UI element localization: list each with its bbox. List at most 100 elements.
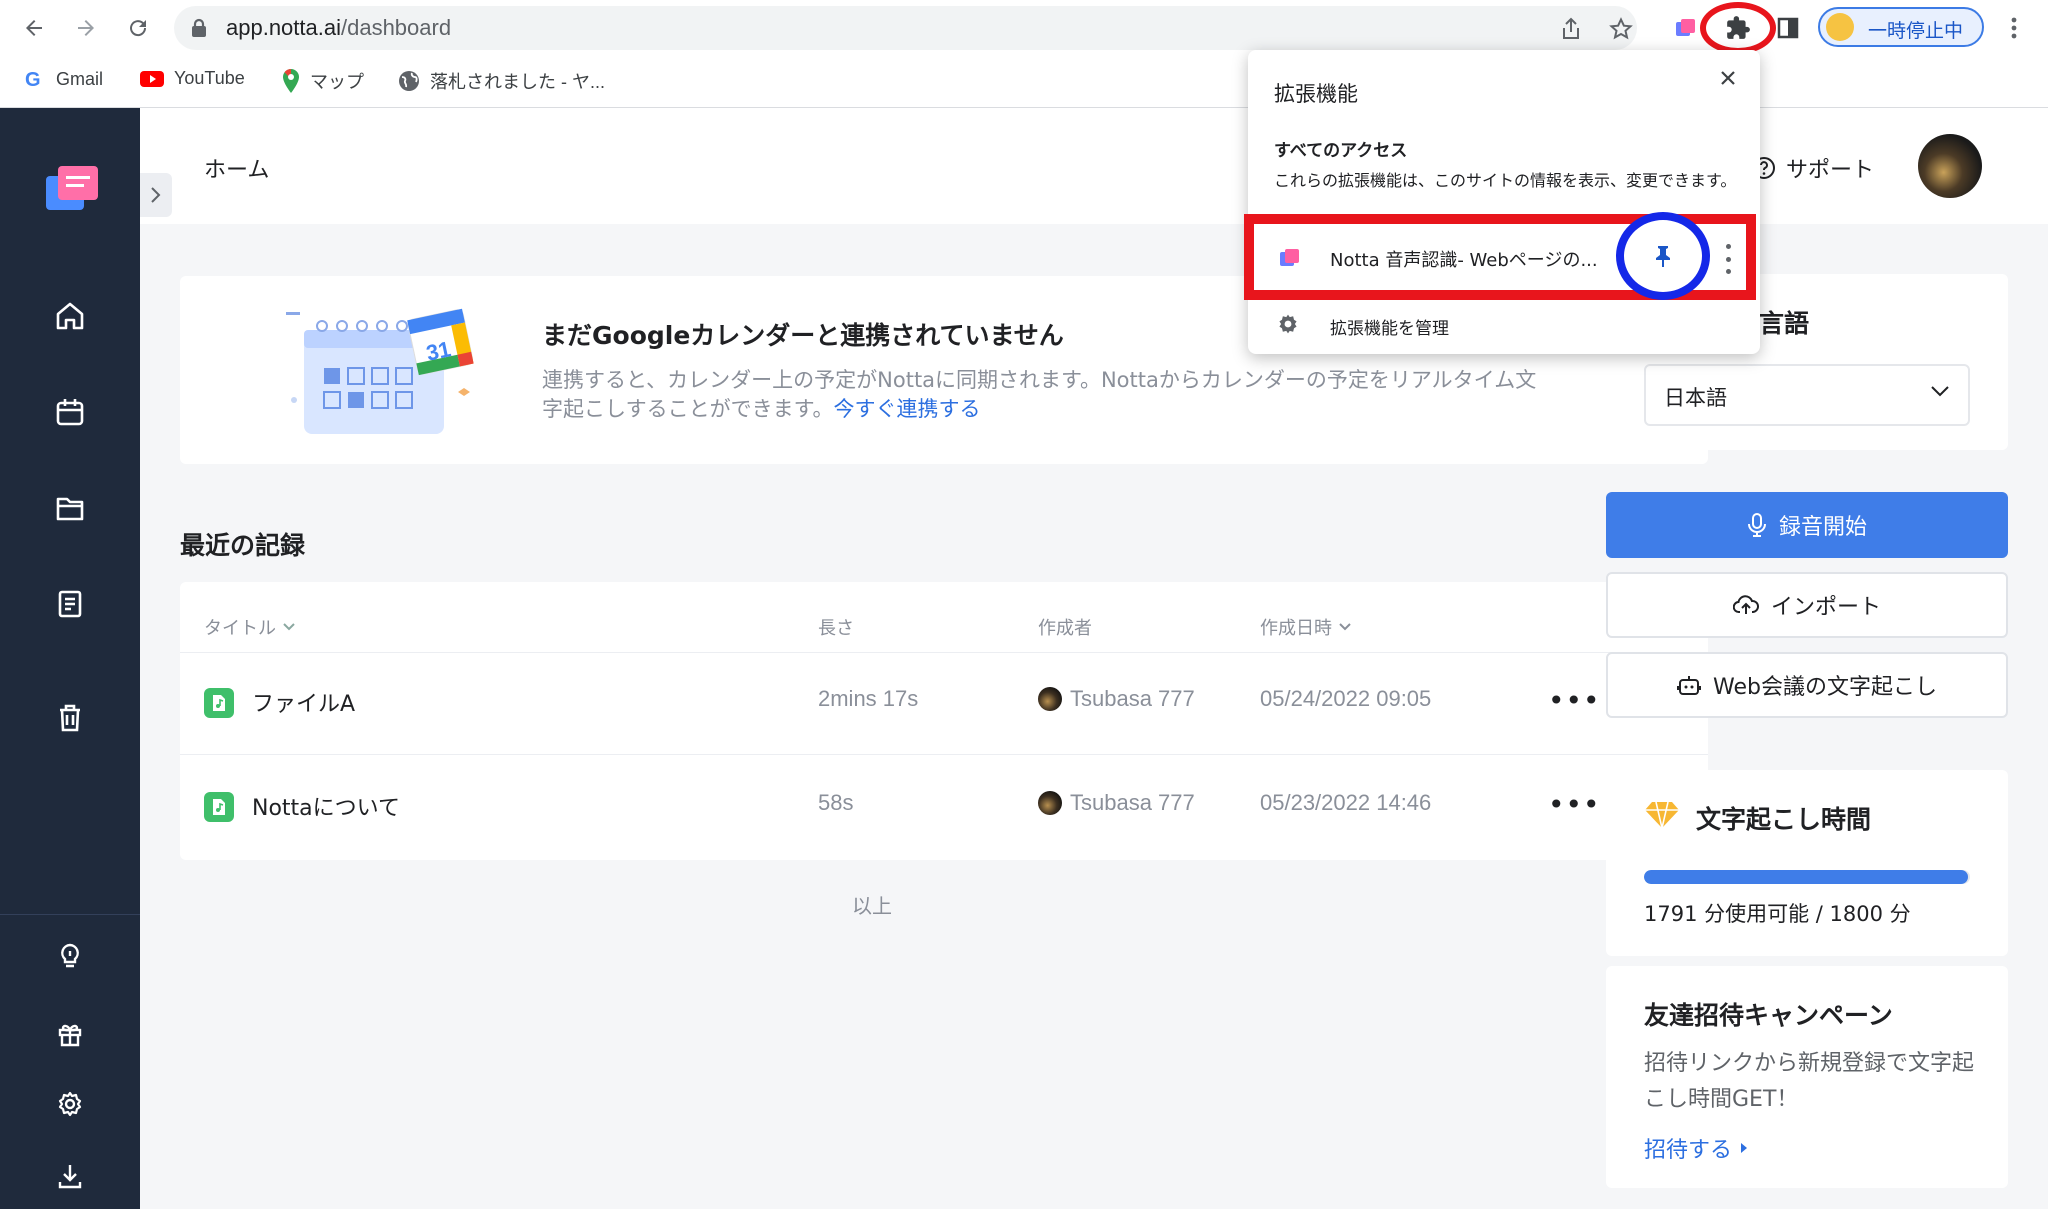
language-select[interactable]: 日本語 [1644,364,1970,426]
bookmark-youtube[interactable]: YouTube [140,68,245,89]
forward-button[interactable] [68,10,104,46]
transcription-time-title: 文字起こし時間 [1696,805,1872,834]
sidebar-calendar[interactable] [50,392,90,432]
bookmark-label: YouTube [174,68,245,88]
app-header: ホーム サポート [140,108,2048,224]
lock-icon [192,18,206,37]
close-icon [1721,71,1735,85]
reload-button[interactable] [120,10,156,46]
bookmark-yahoo-auction[interactable]: 落札されました - ヤ... [398,68,605,94]
row-title[interactable]: ファイルA [252,686,355,718]
row-more-menu[interactable]: ••• [1548,788,1601,821]
gcal-description: 連携すると、カレンダー上の予定がNottaに同期されます。Nottaからカレンダ… [542,366,1542,424]
calendar-illustration: 31 [286,308,474,434]
notes-icon [58,590,82,618]
cloud-upload-icon [1732,595,1759,614]
bookmark-gmail[interactable]: G Gmail [24,68,104,91]
author-name: Tsubasa 777 [1070,790,1195,815]
microphone-icon [1747,513,1766,537]
column-header-title[interactable]: タイトル [204,614,296,640]
profile-button[interactable]: 一時停止中 [1818,7,1984,47]
support-label: サポート [1786,158,1875,183]
bookmark-label: 落札されました - ヤ... [430,72,605,92]
url-host: app.notta.ai [226,15,341,40]
manage-extensions-item[interactable]: 拡張機能を管理 [1248,300,1760,348]
back-button[interactable] [16,10,52,46]
bookmark-label: マップ [310,72,364,92]
manage-extensions-label: 拡張機能を管理 [1330,319,1449,339]
forward-arrow-icon [78,20,94,36]
url-text: app.notta.ai/dashboard [226,15,451,41]
table-row[interactable]: Nottaについて 58s Tsubasa 777 05/23/2022 14:… [180,756,1708,858]
column-header-date[interactable]: 作成日時 [1260,614,1352,640]
browser-menu-button[interactable] [1996,10,2032,46]
close-button[interactable] [1712,62,1744,94]
extension-more-button[interactable] [1718,244,1738,274]
notta-extension-icon[interactable] [1668,10,1704,46]
recent-records-table: タイトル 長さ 作成者 作成日時 ファイルA 2mins 17s Tsubasa… [180,582,1708,860]
usage-progress-bar [1644,870,1970,884]
pin-icon [1656,246,1670,267]
start-recording-button[interactable]: 録音開始 [1606,492,2008,558]
bookmark-maps[interactable]: マップ [282,68,364,94]
share-icon[interactable] [1558,16,1584,42]
invite-description: 招待リンクから新規登録で文字起こし時間GET！ [1644,1051,1975,1112]
sidebar-download[interactable] [50,1156,90,1196]
extensions-popup: 拡張機能 すべてのアクセス これらの拡張機能は、このサイトの情報を表示、変更でき… [1248,50,1760,354]
lightbulb-icon [61,943,79,968]
pin-extension-button[interactable] [1616,212,1710,300]
author-avatar [1038,791,1062,815]
browser-toolbar: app.notta.ai/dashboard 一時停止中 [0,0,2048,56]
app-sidebar [0,108,140,1209]
youtube-icon [140,70,164,87]
full-access-heading: すべてのアクセス [1274,141,1408,161]
sidebar-expand-button[interactable] [140,173,172,217]
maps-icon [283,69,299,93]
sidebar-folder[interactable] [50,488,90,528]
user-avatar[interactable] [1918,134,1982,198]
bookmark-star-icon[interactable] [1608,16,1634,42]
invite-link[interactable]: 招待する [1644,1132,1748,1164]
sidebar-trash[interactable] [50,698,90,738]
gmail-icon: G [25,69,41,90]
column-length-label: 長さ [818,618,854,639]
notta-logo [44,164,100,218]
sidebar-gift[interactable] [50,1014,90,1054]
dot [1725,256,1731,262]
connect-now-link[interactable]: 今すぐ連携する [833,397,980,421]
puzzle-highlight-circle [1700,2,1776,54]
sidebar-settings[interactable] [50,1084,90,1124]
gear-icon [1279,314,1297,334]
recent-records-title: 最近の記録 [180,531,306,560]
chevron-down-icon [283,623,295,631]
sidebar-tips[interactable] [50,936,90,976]
row-date: 05/24/2022 09:05 [1260,686,1432,711]
sidebar-divider [0,914,140,915]
web-meeting-transcribe-button[interactable]: Web会議の文字起こし [1606,652,2008,718]
extensions-popup-title: 拡張機能 [1274,82,1358,106]
import-button[interactable]: インポート [1606,572,2008,638]
import-label: インポート [1770,595,1881,620]
calendar-day-number: 31 [424,336,453,366]
start-recording-label: 録音開始 [1778,515,1867,540]
column-title-label: タイトル [204,618,276,639]
audio-file-icon [204,792,234,822]
chevron-right-icon [151,187,161,203]
row-more-menu[interactable]: ••• [1548,684,1601,717]
caret-right-icon [1741,1143,1748,1153]
side-panel-button[interactable] [1770,10,1806,46]
reload-icon [130,20,147,37]
sidebar-notes[interactable] [50,584,90,624]
sidebar-home[interactable] [50,296,90,336]
address-bar[interactable]: app.notta.ai/dashboard [174,6,1637,50]
chevron-down-icon [1339,623,1351,631]
row-author: Tsubasa 777 [1038,790,1195,816]
usage-progress-fill [1644,870,1969,884]
back-arrow-icon [26,20,42,36]
support-link[interactable]: サポート [1752,152,1874,184]
trash-icon [60,704,80,732]
bookmark-label: Gmail [56,68,104,89]
column-date-label: 作成日時 [1260,618,1332,639]
row-title[interactable]: Nottaについて [252,790,400,822]
table-row[interactable]: ファイルA 2mins 17s Tsubasa 777 05/24/2022 0… [180,652,1708,754]
